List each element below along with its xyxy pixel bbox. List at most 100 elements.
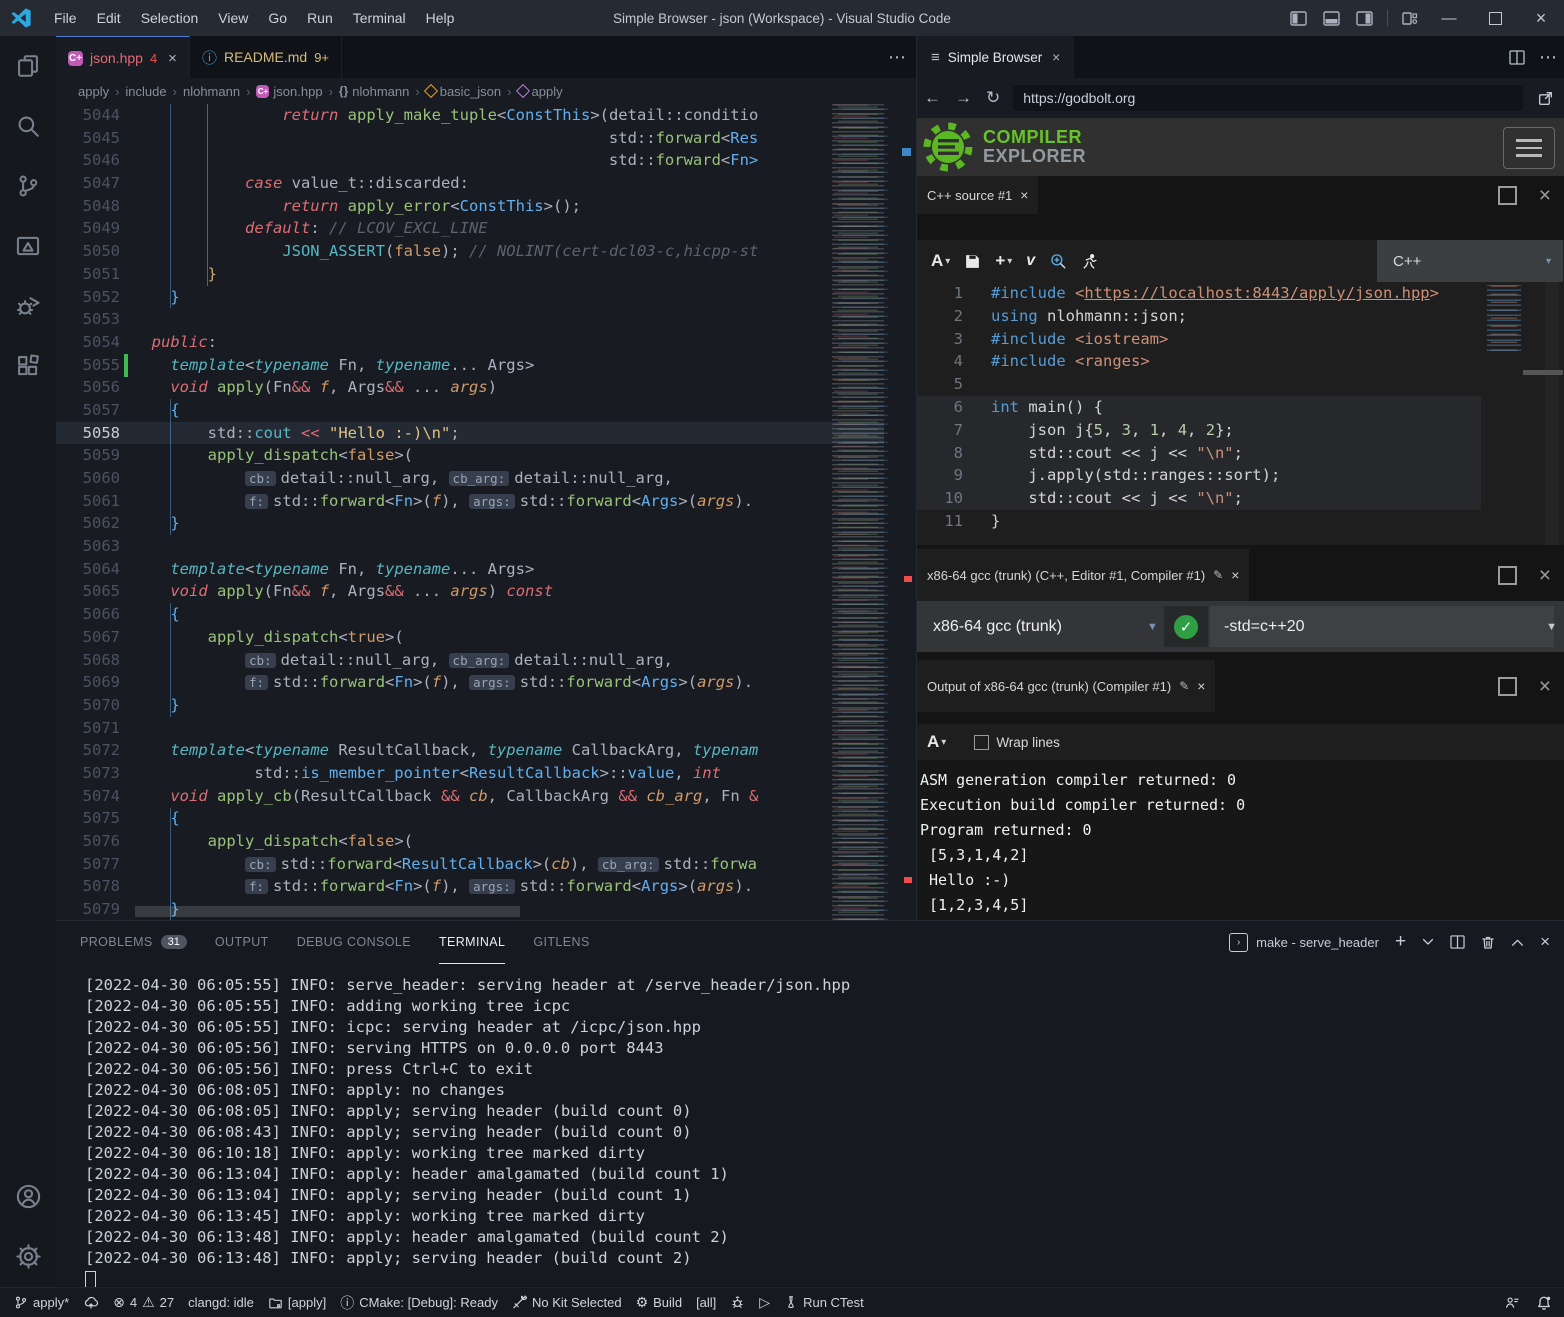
tab-output[interactable]: OUTPUT xyxy=(215,921,269,963)
code-line[interactable]: 5047 case value_t::discarded: xyxy=(56,172,884,195)
code-line[interactable]: 5058 std::cout << "Hello :-)\n"; xyxy=(56,422,884,445)
close-tab-icon[interactable]: × xyxy=(1052,50,1060,65)
rename-pane-icon[interactable]: ✎ xyxy=(1213,568,1223,582)
code-line[interactable]: 5065 void apply(Fn&& f, Args&& ... args)… xyxy=(56,580,884,603)
code-line[interactable]: 5073 std::is_member_pointer<ResultCallba… xyxy=(56,762,884,785)
code-editor[interactable]: 5044 return apply_make_tuple<ConstThis>(… xyxy=(56,104,884,920)
terminal-task-select[interactable]: › make - serve_header xyxy=(1229,933,1379,952)
code-line[interactable]: 5074 void apply_cb(ResultCallback && cb,… xyxy=(56,785,884,808)
run-ctest-item[interactable]: Run CTest xyxy=(784,1295,864,1310)
wrap-lines-checkbox[interactable] xyxy=(974,735,989,750)
feedback-icon[interactable] xyxy=(1504,1295,1520,1310)
code-line[interactable]: 5069 f:std::forward<Fn>(f), args:std::fo… xyxy=(56,671,884,694)
menu-terminal[interactable]: Terminal xyxy=(343,0,416,36)
code-line[interactable]: 5068 cb:detail::null_arg, cb_arg:detail:… xyxy=(56,649,884,672)
breadcrumb-item[interactable]: apply xyxy=(78,84,109,99)
settings-gear-icon[interactable] xyxy=(0,1230,56,1282)
close-panel-icon[interactable]: × xyxy=(1540,932,1550,952)
ce-code-line[interactable]: 6int main() { xyxy=(917,396,1481,419)
font-size-icon[interactable]: A▾ xyxy=(931,251,950,271)
menu-run[interactable]: Run xyxy=(297,0,343,36)
maximize-button[interactable] xyxy=(1472,0,1518,36)
new-terminal-icon[interactable]: + xyxy=(1395,931,1406,953)
kill-terminal-icon[interactable] xyxy=(1481,935,1495,950)
code-line[interactable]: 5053 xyxy=(56,308,884,331)
code-line[interactable]: 5077 cb:std::forward<ResultCallback>(cb)… xyxy=(56,853,884,876)
compiler-pane-tab[interactable]: x86-64 gcc (trunk) (C++, Editor #1, Comp… xyxy=(917,549,1249,601)
ce-code-line[interactable]: 4#include <ranges> xyxy=(917,350,1481,373)
close-button[interactable]: × xyxy=(1518,0,1564,36)
tab-json-hpp[interactable]: C+ json.hpp 4 × xyxy=(56,36,190,79)
breadcrumb-item[interactable]: apply xyxy=(532,84,563,99)
maximize-panel-icon[interactable] xyxy=(1511,938,1524,947)
problems-item[interactable]: ⊗ 4 ⚠ 27 xyxy=(113,1294,174,1311)
close-pane-icon[interactable]: × xyxy=(1539,679,1551,694)
code-line[interactable]: 5078 f:std::forward<Fn>(f), args:std::fo… xyxy=(56,875,884,898)
horizontal-scrollbar[interactable] xyxy=(135,906,520,917)
split-terminal-icon[interactable] xyxy=(1450,935,1465,949)
compiler-options-input[interactable]: -std=c++20 xyxy=(1210,606,1554,647)
code-line[interactable]: 5061 f:std::forward<Fn>(f), args:std::fo… xyxy=(56,490,884,513)
close-pane-icon[interactable]: × xyxy=(1020,187,1028,203)
notifications-bell-icon[interactable] xyxy=(1536,1295,1552,1311)
url-input[interactable]: https://godbolt.org xyxy=(1013,85,1523,111)
close-pane-icon[interactable]: × xyxy=(1539,568,1551,583)
breadcrumb-item[interactable]: nlohmann xyxy=(183,84,240,99)
terminal-output[interactable]: [2022-04-30 06:05:55] INFO: serve_header… xyxy=(85,975,1564,1289)
minimize-button[interactable]: — xyxy=(1426,0,1472,36)
more-actions-icon[interactable]: ⋯ xyxy=(1539,47,1557,68)
maximize-pane-icon[interactable] xyxy=(1498,677,1517,696)
maximize-pane-icon[interactable] xyxy=(1498,566,1517,585)
code-line[interactable]: 5054 public: xyxy=(56,331,884,354)
debug-item[interactable] xyxy=(730,1295,745,1310)
breadcrumb-item[interactable]: basic_json xyxy=(440,84,501,99)
close-pane-icon[interactable]: × xyxy=(1539,188,1551,203)
compiler-select[interactable]: x86-64 gcc (trunk) xyxy=(933,618,1062,636)
menu-file[interactable]: File xyxy=(44,0,87,36)
kit-select-item[interactable]: No Kit Selected xyxy=(512,1295,622,1310)
maximize-pane-icon[interactable] xyxy=(1498,186,1517,205)
build-target-item[interactable]: [all] xyxy=(696,1295,716,1310)
add-pane-icon[interactable]: +▾ xyxy=(995,251,1012,271)
zoom-search-icon[interactable] xyxy=(1049,252,1067,270)
code-line[interactable]: 5045 std::forward<Res xyxy=(56,127,884,150)
code-line[interactable]: 5049 default: // LCOV_EXCL_LINE xyxy=(56,217,884,240)
code-line[interactable]: 5044 return apply_make_tuple<ConstThis>(… xyxy=(56,104,884,127)
ce-code-line[interactable]: 8 std::cout << j << "\n"; xyxy=(917,442,1481,465)
code-line[interactable]: 5048 return apply_error<ConstThis>(); xyxy=(56,195,884,218)
build-item[interactable]: ⚙ Build xyxy=(636,1294,682,1311)
code-line[interactable]: 5062 } xyxy=(56,512,884,535)
code-line[interactable]: 5072 template<typename ResultCallback, t… xyxy=(56,739,884,762)
code-line[interactable]: 5076 apply_dispatch<false>( xyxy=(56,830,884,853)
ce-code-line[interactable]: 2using nlohmann::json; xyxy=(917,305,1481,328)
breadcrumb-item[interactable]: json.hpp xyxy=(273,84,322,99)
output-pane-tab[interactable]: Output of x86-64 gcc (trunk) (Compiler #… xyxy=(917,660,1215,712)
preview-warning-icon[interactable] xyxy=(0,220,56,272)
run-debug-icon[interactable] xyxy=(0,280,56,332)
toggle-panel-icon[interactable] xyxy=(1323,11,1340,26)
code-line[interactable]: 5046 std::forward<Fn> xyxy=(56,149,884,172)
menu-go[interactable]: Go xyxy=(258,0,297,36)
extensions-icon[interactable] xyxy=(0,340,56,392)
code-line[interactable]: 5063 xyxy=(56,535,884,558)
code-line[interactable]: 5067 apply_dispatch<true>( xyxy=(56,626,884,649)
ce-source-editor[interactable]: 1#include <https://localhost:8443/apply/… xyxy=(917,282,1564,545)
hamburger-menu-icon[interactable] xyxy=(1503,127,1555,169)
close-pane-icon[interactable]: × xyxy=(1231,567,1239,583)
breadcrumb-item[interactable]: include xyxy=(125,84,166,99)
ce-code-line[interactable]: 9 j.apply(std::ranges::sort); xyxy=(917,464,1481,487)
tab-simple-browser[interactable]: ≡ Simple Browser × xyxy=(917,36,1074,78)
source-pane-tab[interactable]: C++ source #1 × xyxy=(917,176,1038,214)
code-line[interactable]: 5055 template<typename Fn, typename... A… xyxy=(56,354,884,377)
ce-code-line[interactable]: 3#include <iostream> xyxy=(917,328,1481,351)
quick-bench-icon[interactable] xyxy=(1081,253,1098,270)
ce-code-line[interactable]: 7 json j{5, 3, 1, 4, 2}; xyxy=(917,419,1481,442)
code-line[interactable]: 5051 } xyxy=(56,263,884,286)
font-size-icon[interactable]: A▾ xyxy=(927,732,946,752)
breadcrumb-item[interactable]: nlohmann xyxy=(352,84,409,99)
search-icon[interactable] xyxy=(0,100,56,152)
code-line[interactable]: 5066 { xyxy=(56,603,884,626)
active-folder-item[interactable]: [apply] xyxy=(268,1295,326,1310)
launch-item[interactable]: ▷ xyxy=(759,1294,770,1311)
ce-code-line[interactable]: 11} xyxy=(917,510,1481,533)
